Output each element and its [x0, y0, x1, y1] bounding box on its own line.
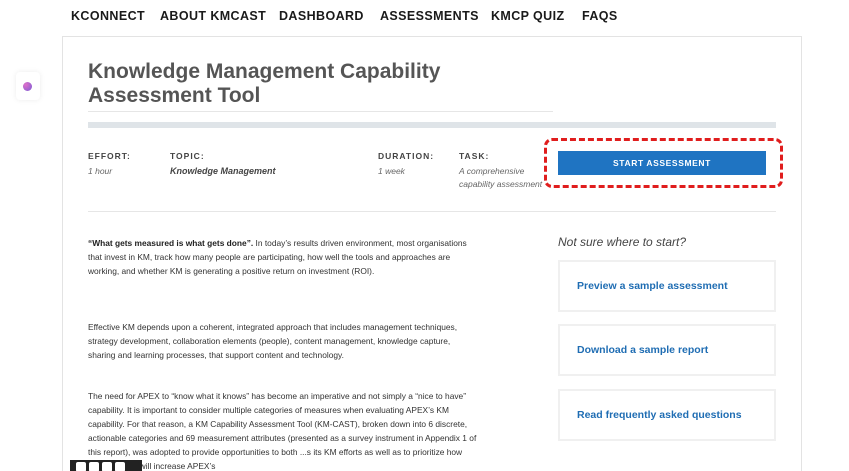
floating-widget[interactable]: [16, 72, 40, 100]
nav-faqs[interactable]: FAQS: [582, 9, 618, 23]
title-divider: [88, 111, 553, 112]
top-nav: KCONNECT ABOUT KMCAST DASHBOARD ASSESSME…: [0, 0, 849, 34]
nav-kmcp-quiz[interactable]: KMCP QUIZ: [491, 9, 565, 23]
assistant-icon: [23, 82, 32, 91]
toolbar-icon: [115, 462, 125, 471]
intro-quote: “What gets measured is what gets done”.: [88, 238, 254, 248]
effort-value: 1 hour: [88, 166, 113, 176]
task-value-line2: capability assessment: [459, 179, 543, 189]
sidebar-box-download: Download a sample report: [558, 324, 776, 376]
effort-label: EFFORT:: [88, 151, 131, 161]
nav-assessments[interactable]: ASSESSMENTS: [380, 9, 479, 23]
nav-dashboard[interactable]: DASHBOARD: [279, 9, 364, 23]
sidebar-box-preview: Preview a sample assessment: [558, 260, 776, 312]
page-title-line2: Assessment Tool: [88, 84, 261, 107]
nav-kconnect[interactable]: KCONNECT: [71, 9, 145, 23]
task-value: A comprehensive capability assessment: [459, 165, 549, 191]
start-assessment-button[interactable]: START ASSESSMENT: [558, 151, 766, 175]
task-value-line1: A comprehensive: [459, 166, 525, 176]
header-bar: [88, 122, 776, 128]
duration-value: 1 week: [378, 166, 405, 176]
task-label: TASK:: [459, 151, 490, 161]
page-title: Knowledge Management Capability Assessme…: [88, 60, 553, 108]
intro-paragraph: “What gets measured is what gets done”. …: [88, 236, 478, 278]
section-divider: [88, 211, 776, 212]
nav-about-kmcast[interactable]: ABOUT KMCAST: [160, 9, 266, 23]
download-sample-report-link[interactable]: Download a sample report: [577, 344, 708, 356]
apex-paragraph: The need for APEX to “know what it knows…: [88, 391, 477, 471]
duration-label: DURATION:: [378, 151, 435, 161]
sidebar-box-faq: Read frequently asked questions: [558, 389, 776, 441]
topic-value: Knowledge Management: [170, 166, 276, 176]
toolbar-icon: [76, 462, 86, 471]
toolbar-icon: [102, 462, 112, 471]
effective-km-paragraph: Effective KM depends upon a coherent, in…: [88, 322, 458, 360]
bottom-toolbar[interactable]: [70, 460, 142, 471]
page-title-line1: Knowledge Management Capability: [88, 60, 441, 83]
preview-sample-assessment-link[interactable]: Preview a sample assessment: [577, 280, 728, 292]
sidebar-heading: Not sure where to start?: [558, 235, 687, 249]
topic-label: TOPIC:: [170, 151, 205, 161]
toolbar-icon: [89, 462, 99, 471]
read-faq-link[interactable]: Read frequently asked questions: [577, 409, 742, 421]
